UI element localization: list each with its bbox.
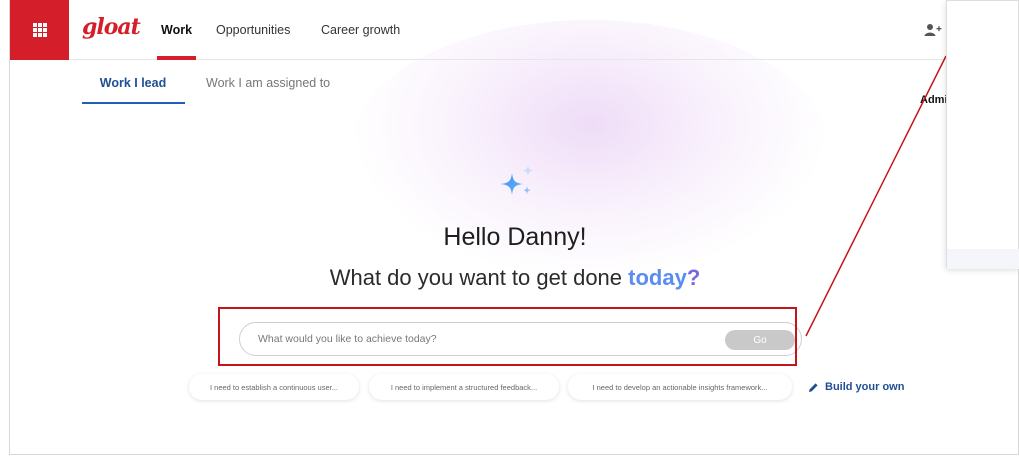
apps-menu-button[interactable] [10,0,69,60]
suggestion-chip[interactable]: I need to establish a continuous user... [189,374,359,400]
tab-work-i-lead[interactable]: Work I lead [82,76,184,90]
hero-question: What do you want to get done today? [10,265,1018,291]
build-your-own-label: Build your own [825,381,905,393]
zoom-callout-panel [946,0,1019,269]
nav-opportunities[interactable]: Opportunities [216,0,290,60]
question-mark: ? [686,265,701,290]
callout-panel-footer [947,249,1019,269]
callout-highlight-box [218,307,797,366]
build-your-own-button[interactable]: Build your own [808,381,904,393]
suggestion-chip[interactable]: I need to develop an actionable insights… [568,374,792,400]
add-user-icon[interactable] [924,22,942,38]
nav-career-growth[interactable]: Career growth [321,0,400,60]
top-navigation-bar: gloat Work Opportunities Career growth [10,0,1018,60]
apps-grid-icon [32,23,47,37]
gloat-logo[interactable]: gloat [82,14,141,46]
app-frame: gloat Work Opportunities Career growth W… [9,0,1019,455]
question-prefix: What do you want to get done [329,265,629,290]
active-tab-indicator [82,102,185,104]
sparkle-icon [501,165,534,195]
pencil-icon [809,382,818,392]
suggestion-chip[interactable]: I need to implement a structured feedbac… [369,374,559,400]
nav-work[interactable]: Work [156,0,197,60]
greeting-heading: Hello Danny! [443,223,587,251]
tab-work-i-am-assigned-to[interactable]: Work I am assigned to [206,76,330,90]
question-highlight: today [628,265,687,290]
